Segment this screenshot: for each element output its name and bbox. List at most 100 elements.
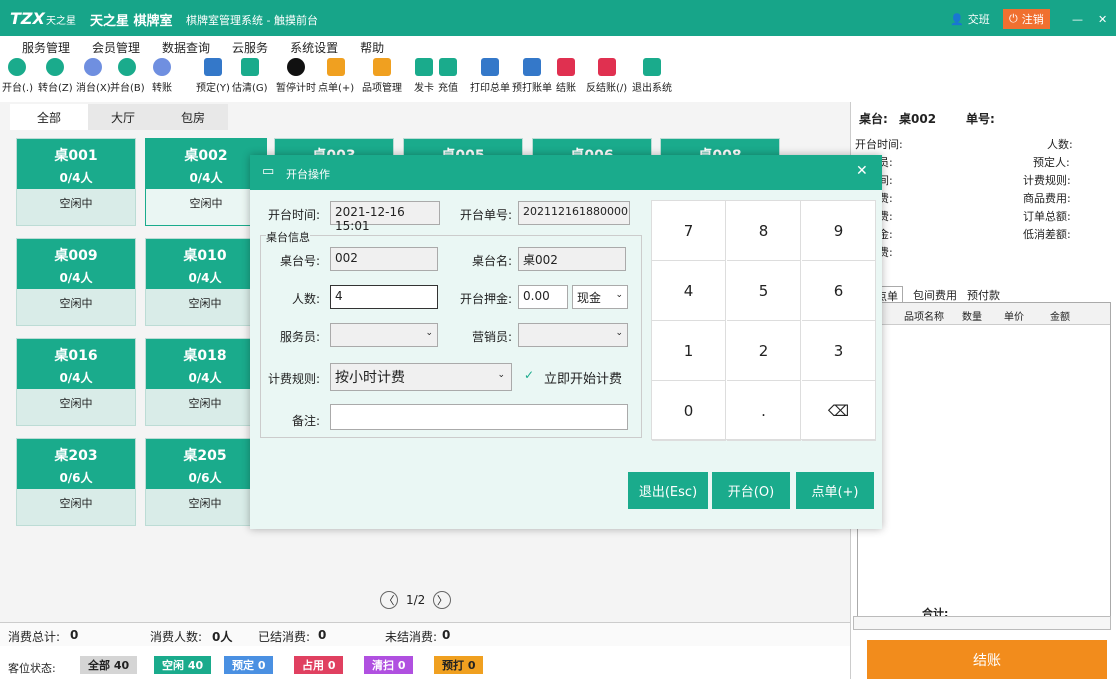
next-page-button[interactable]: 〉 (433, 591, 452, 609)
waiter-select[interactable]: ⌄ (330, 323, 438, 347)
table-card[interactable]: 桌016 0/4人 空闲中 (16, 338, 136, 426)
table-label: 桌台: (859, 112, 888, 126)
dialog-title: 开台操作 (286, 168, 330, 181)
monitor-icon: ▭ (262, 164, 275, 179)
people-input[interactable]: 4 (330, 285, 438, 309)
key-8[interactable]: 8 (727, 201, 801, 261)
rule-select[interactable]: 按小时计费 ⌄ (330, 363, 512, 391)
total-value: 0 (70, 628, 79, 642)
open-time-field[interactable]: 2021-12-16 15:01 (330, 201, 440, 233)
table-status: 空闲中 (188, 397, 222, 410)
key-7[interactable]: 7 (652, 201, 726, 261)
menu-cloud[interactable]: 云服务 (216, 36, 274, 56)
menu-member[interactable]: 会员管理 (76, 36, 146, 56)
transfer-money-icon (153, 58, 171, 76)
toolbar-label: 打印总单 (470, 83, 510, 94)
order-total-label: 订单总额: (1023, 210, 1071, 223)
logout-button[interactable]: ⏻ 注销 (1003, 9, 1050, 29)
key-0[interactable]: 0 (652, 381, 726, 441)
table-card-header: 桌010 0/4人 (146, 239, 264, 289)
remark-input[interactable] (330, 404, 628, 430)
key-9[interactable]: 9 (802, 201, 876, 261)
menu-help[interactable]: 帮助 (344, 36, 390, 56)
toolbar-pause-button[interactable]: 暂停计时 (276, 58, 316, 100)
toolbar-preprint-button[interactable]: 预打账单 (512, 58, 552, 100)
table-name: 桌010 (183, 248, 227, 264)
tab-all[interactable]: 全部 (10, 104, 88, 130)
status-all[interactable]: 全部 40 (80, 656, 138, 674)
reserver-label: 预定人: (1033, 156, 1070, 169)
table-card[interactable]: 桌010 0/4人 空闲中 (145, 238, 265, 326)
prev-page-button[interactable]: 〈 (380, 591, 398, 609)
table-status: 空闲中 (59, 297, 93, 310)
table-card[interactable]: 桌009 0/4人空闲中 (16, 238, 136, 326)
card-icon (415, 58, 433, 76)
summary-bar: 消费总计: 0 消费人数: 0人 已结消费: 0 未结消费: 0 (0, 622, 850, 646)
status-occupied[interactable]: 占用 0 (294, 656, 344, 674)
table-status: 空闲中 (188, 497, 222, 510)
table-card[interactable]: 桌203 0/6人 空闲中 (16, 438, 136, 526)
close-button[interactable]: ✕ (1098, 9, 1107, 29)
backspace-key[interactable]: ⌫ (802, 381, 876, 441)
key-1[interactable]: 1 (652, 321, 726, 381)
table-card[interactable]: 桌002 0/4人 空闲中 (145, 138, 267, 226)
table-card-header: 桌009 0/4人 (17, 239, 135, 289)
status-free[interactable]: 空闲 40 (154, 656, 212, 674)
app-logo: TZX (10, 9, 45, 28)
status-cleaning[interactable]: 清扫 0 (364, 656, 414, 674)
key-4[interactable]: 4 (652, 261, 726, 321)
open-button[interactable]: 开台(O) (712, 472, 790, 509)
key-3[interactable]: 3 (802, 321, 876, 381)
menu-service[interactable]: 服务管理 (0, 36, 76, 56)
menu-settings[interactable]: 系统设置 (274, 36, 344, 56)
toolbar-order-button[interactable]: 点单(+) (318, 58, 354, 100)
status-preprint[interactable]: 预打 0 (434, 656, 484, 674)
order-no-label: 开台单号: (459, 208, 512, 222)
toolbar-checkout-button[interactable]: 结账 (556, 58, 576, 100)
unsettled-label: 未结消费: (385, 630, 438, 644)
toolbar-recharge-button[interactable]: 充值 (438, 58, 458, 100)
menu-query[interactable]: 数据查询 (146, 36, 216, 56)
order-button[interactable]: 点单(+) (796, 472, 874, 509)
exit-button[interactable]: 退出(Esc) (628, 472, 708, 509)
table-name: 桌018 (183, 348, 227, 364)
system-name: 棋牌室管理系统 - 触摸前台 (186, 14, 318, 27)
dialog-close-button[interactable]: ✕ (856, 163, 868, 179)
pay-method-select[interactable]: 现金 ⌄ (572, 285, 628, 309)
toolbar-calendar-button[interactable]: 预定(Y) (196, 58, 230, 100)
checkout-button[interactable]: 结账 (867, 640, 1107, 679)
table-no-label: 桌台号: (279, 254, 320, 268)
horizontal-scrollbar[interactable] (853, 616, 1111, 630)
waiter-label: 服务员: (279, 330, 320, 344)
app-title: 天之星 棋牌室 (90, 14, 173, 29)
toolbar-exit-button[interactable]: 退出系统 (632, 58, 672, 100)
toolbar-clear-table-button[interactable]: 消台(X) (76, 58, 111, 100)
minimize-button[interactable]: — (1072, 9, 1083, 29)
table-card[interactable]: 桌001 0/4人 空闲中 (16, 138, 136, 226)
toolbar-print-bill-button[interactable]: 打印总单 (470, 58, 510, 100)
table-card[interactable]: 桌018 0/4人 空闲中 (145, 338, 265, 426)
people-label: 人数: (291, 292, 320, 306)
checkbox-start-now[interactable]: ✓ (524, 368, 534, 382)
order-no-field[interactable]: 202112161880000 (518, 201, 630, 225)
toolbar-sold-out-button[interactable]: 估清(G) (232, 58, 268, 100)
tab-room[interactable]: 包房 (158, 104, 228, 130)
key-6[interactable]: 6 (802, 261, 876, 321)
toolbar-transfer-money-button[interactable]: 转账 (152, 58, 172, 100)
sales-select[interactable]: ⌄ (518, 323, 628, 347)
status-reserved[interactable]: 预定 0 (224, 656, 274, 674)
toolbar-tag-button[interactable]: 品项管理 (362, 58, 402, 100)
key-dot[interactable]: . (727, 381, 801, 441)
col-amount: 金额 (1050, 312, 1070, 323)
key-5[interactable]: 5 (727, 261, 801, 321)
toolbar-reverse-checkout-button[interactable]: 反结账(/) (586, 58, 627, 100)
shift-button[interactable]: 👤 交班 (950, 9, 990, 29)
toolbar-transfer-button[interactable]: 转台(Z) (38, 58, 73, 100)
deposit-input[interactable]: 0.00 (518, 285, 568, 309)
table-card[interactable]: 桌205 0/6人 空闲中 (145, 438, 265, 526)
tab-hall[interactable]: 大厅 (88, 104, 158, 130)
toolbar-merge-button[interactable]: 并台(B) (110, 58, 145, 100)
key-2[interactable]: 2 (727, 321, 801, 381)
toolbar-card-button[interactable]: 发卡 (414, 58, 434, 100)
toolbar-play-button[interactable]: 开台(.) (2, 58, 33, 100)
